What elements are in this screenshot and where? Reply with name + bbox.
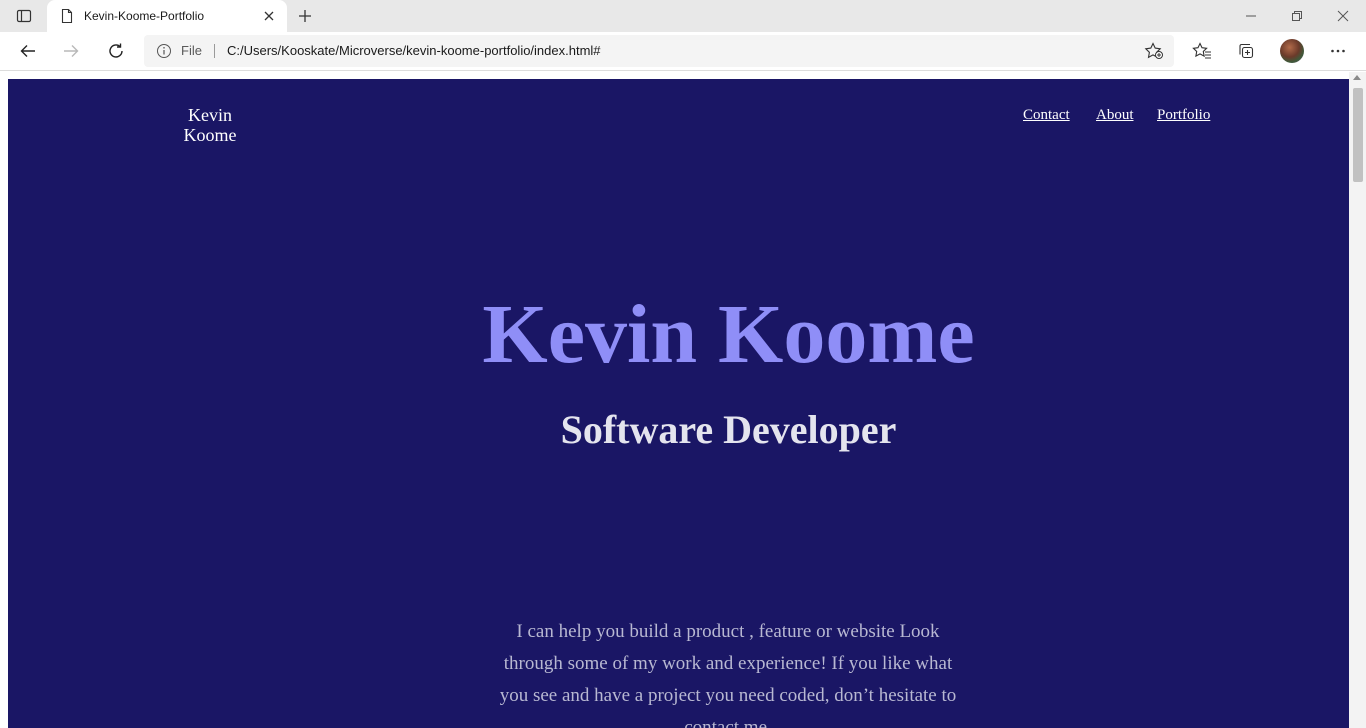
browser-tabstrip: Kevin-Koome-Portfolio <box>0 0 1366 32</box>
document-icon <box>59 8 75 24</box>
address-bar[interactable]: File C:/Users/Kooskate/Microverse/kevin-… <box>144 35 1174 67</box>
browser-toolbar: File C:/Users/Kooskate/Microverse/kevin-… <box>0 32 1366 71</box>
favorites-icon[interactable] <box>1186 36 1218 66</box>
back-icon[interactable] <box>12 36 44 66</box>
logo-first-name: Kevin <box>188 105 232 125</box>
collections-icon[interactable] <box>1230 36 1262 66</box>
more-icon[interactable] <box>1322 36 1354 66</box>
url-text[interactable]: C:/Users/Kooskate/Microverse/kevin-koome… <box>227 43 601 59</box>
nav-link-about[interactable]: About <box>1096 107 1134 123</box>
nav-link-portfolio[interactable]: Portfolio <box>1157 107 1210 123</box>
tab-title: Kevin-Koome-Portfolio <box>84 9 205 23</box>
window-close-icon[interactable] <box>1320 0 1366 32</box>
vertical-scrollbar[interactable] <box>1349 72 1366 728</box>
forward-icon[interactable] <box>55 36 87 66</box>
refresh-icon[interactable] <box>100 36 132 66</box>
site-logo[interactable]: Kevin Koome <box>170 105 250 145</box>
nav-link-contact[interactable]: Contact <box>1023 107 1070 123</box>
scheme-label: File <box>181 43 202 58</box>
profile-avatar[interactable] <box>1280 39 1304 63</box>
hero-name: Kevin Koome <box>482 288 975 381</box>
logo-last-name: Koome <box>183 125 237 145</box>
restore-icon[interactable] <box>1274 0 1320 32</box>
tab-close-icon[interactable] <box>261 8 277 24</box>
page-viewport: Kevin Koome Contact About Portfolio Kevi… <box>0 72 1366 728</box>
portfolio-page: Kevin Koome Contact About Portfolio Kevi… <box>8 79 1349 728</box>
hero-description: I can help you build a product , feature… <box>499 621 957 728</box>
add-favorite-icon[interactable] <box>1144 42 1164 60</box>
browser-tab[interactable]: Kevin-Koome-Portfolio <box>47 0 287 32</box>
scrollbar-thumb[interactable] <box>1353 88 1363 182</box>
tab-actions-icon[interactable] <box>8 4 40 28</box>
new-tab-plus-icon[interactable] <box>293 4 317 28</box>
scroll-up-arrow-icon[interactable] <box>1353 75 1361 80</box>
hero-role: Software Developer <box>560 407 897 452</box>
info-icon[interactable] <box>156 43 172 59</box>
address-divider <box>214 44 215 58</box>
minimize-icon[interactable] <box>1228 0 1274 32</box>
